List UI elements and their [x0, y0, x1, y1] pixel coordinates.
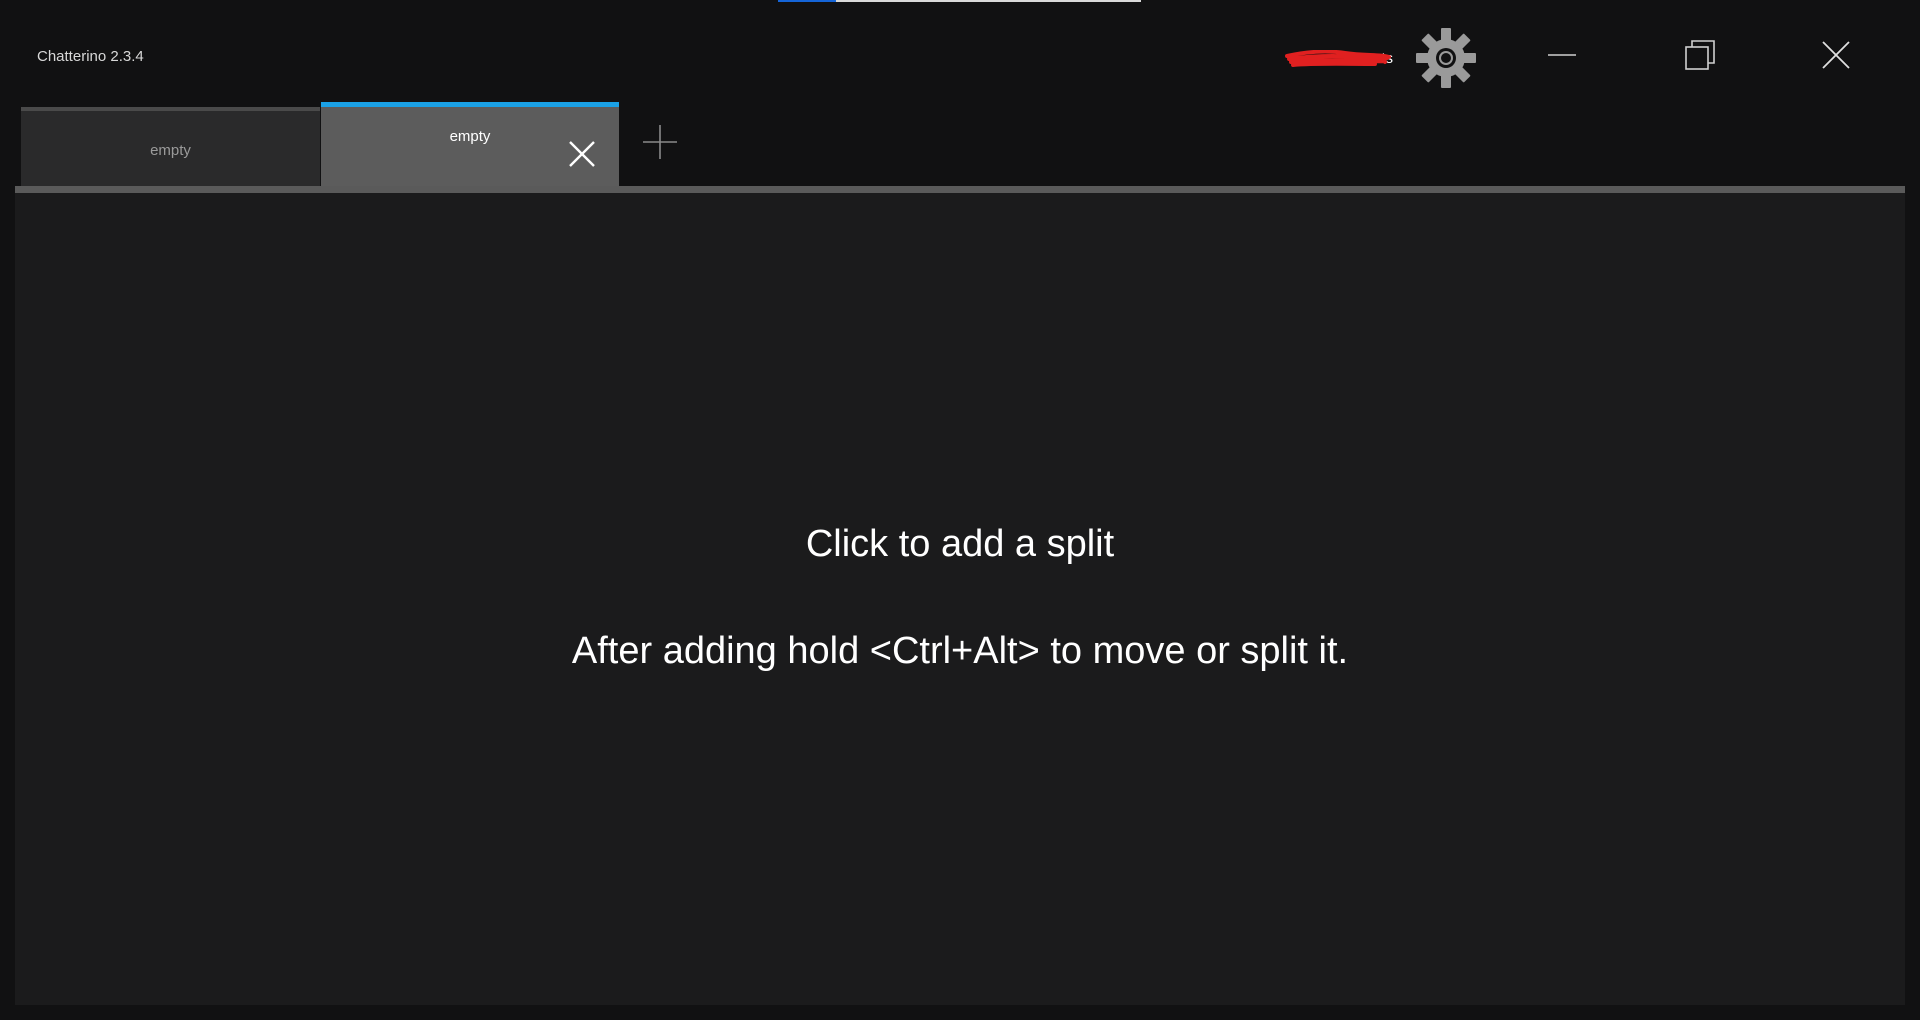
title-bar[interactable]: Chatterino 2.3.4 ts — [0, 0, 1920, 100]
tab-close-button[interactable] — [565, 137, 599, 171]
close-icon — [1822, 41, 1850, 69]
add-split-hint: Click to add a split — [805, 523, 1115, 565]
minimize-icon — [1548, 54, 1576, 56]
tab-label: empty — [449, 128, 491, 145]
minimize-button[interactable] — [1532, 26, 1592, 84]
app-window: Chatterino 2.3.4 ts empty empty Click to… — [0, 0, 1920, 1020]
split-container[interactable]: Click to add a split After adding hold <… — [15, 193, 1905, 1005]
settings-button[interactable] — [1413, 26, 1479, 90]
tab-label: empty — [150, 141, 191, 159]
redaction-scribble — [1285, 50, 1391, 67]
move-split-hint: After adding hold <Ctrl+Alt> to move or … — [571, 630, 1349, 672]
plus-icon — [643, 125, 677, 159]
tab-empty-1[interactable]: empty — [21, 107, 320, 189]
gear-icon — [1416, 28, 1476, 88]
window-bottom-edge — [0, 1005, 1920, 1020]
tab-underline — [15, 186, 1905, 193]
restore-icon — [1685, 40, 1715, 70]
window-close-button[interactable] — [1806, 26, 1866, 84]
app-title: Chatterino 2.3.4 — [37, 48, 144, 65]
close-icon — [569, 141, 595, 167]
tab-empty-2-selected[interactable]: empty — [321, 102, 619, 186]
add-tab-button[interactable] — [636, 118, 684, 166]
maximize-button[interactable] — [1670, 26, 1730, 84]
user-button[interactable]: ts — [1285, 50, 1393, 70]
